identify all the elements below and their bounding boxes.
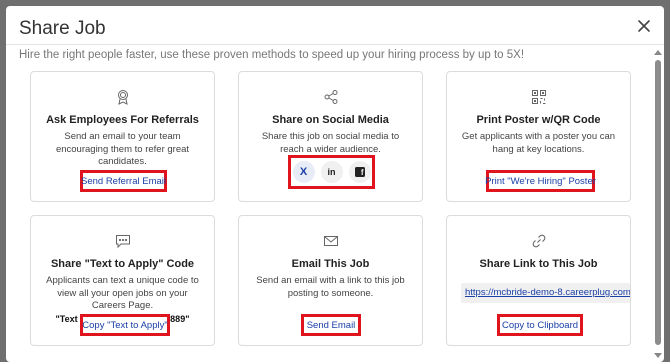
text-to-apply-description-text: Applicants can text a unique code to vie… [46,275,199,311]
facebook-share-button[interactable]: f [348,161,371,183]
print-poster-button[interactable]: Print "We're Hiring" Poster [485,176,596,187]
facebook-logo-icon: f [354,167,365,177]
header-divider [6,44,664,45]
card-link: Share Link to This Job https://mcbride-d… [446,215,631,346]
scroll-up-arrow-icon[interactable] [654,50,662,55]
highlight-box: Send Email [301,314,361,336]
copy-to-clipboard-button[interactable]: Copy to Clipboard [502,320,578,331]
send-email-button[interactable]: Send Email [307,320,356,331]
x-twitter-share-button[interactable]: X [292,161,315,183]
scroll-down-arrow-icon[interactable] [654,353,662,358]
highlight-box: Send Referral Email [80,170,167,192]
card-referrals-description: Send an email to your team encouraging t… [55,131,190,167]
highlight-box: Copy "Text to Apply" [80,314,170,336]
x-logo-icon: X [299,166,308,178]
card-email: Email This Job Send an email with a link… [238,215,423,346]
linkedin-share-button[interactable]: in [320,161,343,183]
card-referrals-title: Ask Employees For Referrals [46,114,199,126]
qr-code-icon [447,89,630,105]
modal-scrollbar[interactable] [654,44,662,358]
share-nodes-icon [239,89,422,105]
card-social: Share on Social Media Share this job on … [238,71,423,202]
job-link-url[interactable]: https://mcbride-demo-8.careerplug.com/jo… [461,283,630,303]
chat-bubble-icon [31,233,214,249]
card-text-to-apply: Share "Text to Apply" Code Applicants ca… [30,215,215,346]
send-referral-email-button[interactable]: Send Referral Email [81,176,166,187]
modal-title: Share Job [19,18,106,39]
card-poster-title: Print Poster w/QR Code [476,114,601,126]
highlight-box: X in f [288,155,375,189]
card-referrals: Ask Employees For Referrals Send an emai… [30,71,215,202]
award-ribbon-icon [31,89,214,105]
copy-text-to-apply-button[interactable]: Copy "Text to Apply" [82,320,167,331]
card-social-description: Share this job on social media to reach … [261,131,400,155]
card-social-title: Share on Social Media [272,114,389,126]
envelope-icon [239,233,422,249]
highlight-box: Print "We're Hiring" Poster [485,170,596,192]
chain-link-icon [447,233,630,249]
scroll-thumb[interactable] [655,60,661,345]
linkedin-logo-icon: in [327,167,336,177]
modal-subtitle: Hire the right people faster, use these … [19,49,525,61]
close-icon[interactable] [636,18,652,34]
card-poster: Print Poster w/QR Code Get applicants wi… [446,71,631,202]
card-email-title: Email This Job [291,258,370,270]
card-poster-description: Get applicants with a poster you can han… [461,131,616,155]
share-job-modal: Share Job Hire the right people faster, … [6,6,664,362]
card-text-to-apply-title: Share "Text to Apply" Code [50,258,195,270]
card-link-title: Share Link to This Job [479,258,598,270]
card-email-description: Send an email with a link to this job po… [256,275,405,299]
highlight-box: Copy to Clipboard [497,314,583,336]
